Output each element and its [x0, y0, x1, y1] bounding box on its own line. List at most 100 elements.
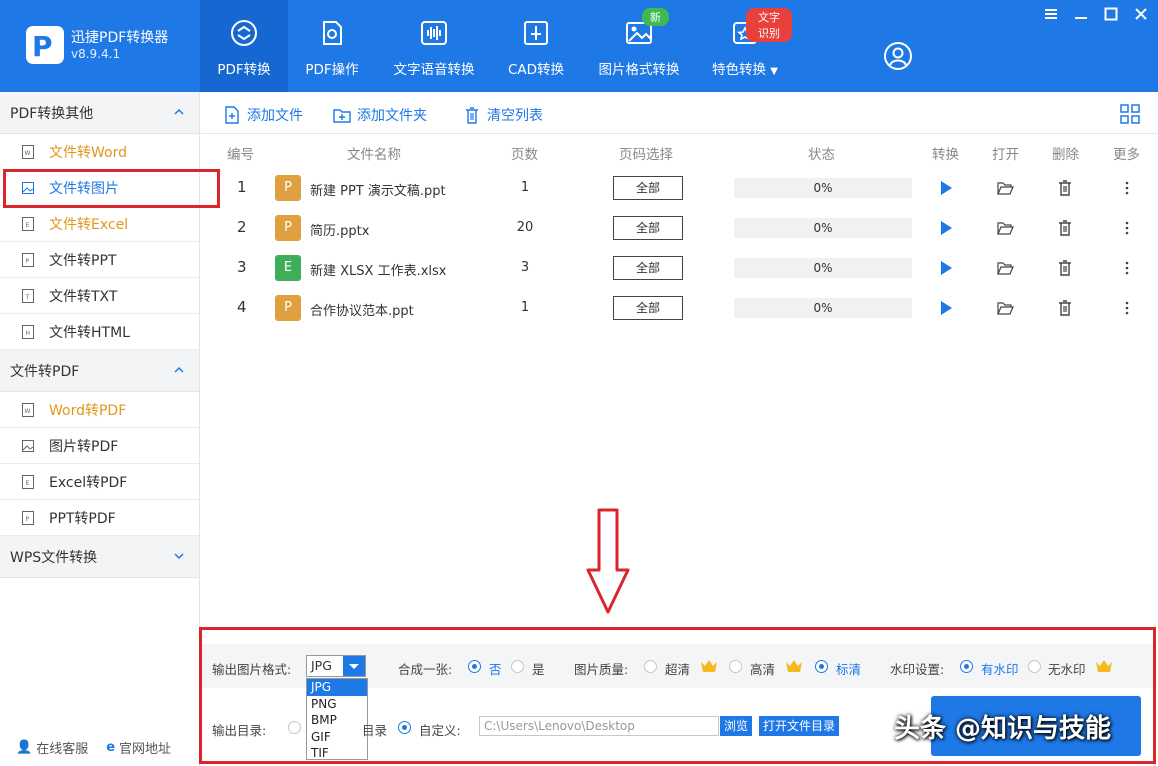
nav-label: CAD转换: [507, 62, 565, 78]
trash-icon[interactable]: [1056, 299, 1074, 317]
format-option[interactable]: BMP: [307, 712, 367, 729]
website-link[interactable]: e 官网地址: [106, 738, 171, 757]
more-icon[interactable]: [1118, 219, 1136, 237]
nav-pdf-convert[interactable]: PDF转换: [200, 0, 288, 92]
file-name: 新建 XLSX 工作表.xlsx: [310, 264, 447, 279]
nav-special[interactable]: 特色转换 ▼ 文字识别: [698, 0, 792, 92]
trash-icon[interactable]: [1056, 179, 1074, 197]
quality-standard-radio[interactable]: [815, 660, 828, 673]
nav-cad[interactable]: CAD转换: [492, 0, 580, 92]
online-service-link[interactable]: 👤 在线客服: [16, 738, 88, 757]
app-header: P 迅捷PDF转换器 v8.9.4.1 PDF转换 PDF操作 文字语音转换 C…: [0, 0, 1158, 92]
merge-yes-radio[interactable]: [511, 660, 524, 673]
play-icon[interactable]: [937, 179, 955, 197]
table-row[interactable]: 4 P 合作协议范本.ppt 1 全部 0%: [201, 288, 1158, 328]
excel-file-icon: E: [275, 255, 301, 281]
quality-high-radio[interactable]: [729, 660, 742, 673]
output-dir-custom-radio[interactable]: [398, 721, 411, 734]
more-icon[interactable]: [1118, 299, 1136, 317]
output-path-input[interactable]: C:\Users\Lenovo\Desktop: [479, 716, 719, 736]
sidebar-item-label: Word转PDF: [49, 402, 127, 419]
sidebar-item-image-to-pdf[interactable]: 图片转PDF: [0, 428, 199, 464]
clear-list-button[interactable]: 清空列表: [463, 105, 543, 125]
sidebar-item-to-excel[interactable]: E 文件转Excel: [0, 206, 199, 242]
ppt-file-icon: P: [275, 175, 301, 201]
progress-bar: 0%: [734, 178, 912, 198]
caret-down-icon: ▼: [770, 66, 778, 77]
maximize-icon[interactable]: [1103, 6, 1119, 22]
output-dir-source-radio[interactable]: [288, 721, 301, 734]
add-folder-button[interactable]: 添加文件夹: [333, 105, 427, 125]
close-icon[interactable]: [1133, 6, 1149, 22]
sidebar-item-label: PPT转PDF: [49, 510, 116, 527]
format-option[interactable]: PNG: [307, 696, 367, 713]
sidebar-item-to-txt[interactable]: T 文件转TXT: [0, 278, 199, 314]
quality-ultra-label: 超清: [665, 662, 691, 677]
svg-text:W: W: [25, 150, 31, 157]
page-count: 1: [520, 180, 530, 195]
excel-doc-icon: E: [22, 216, 34, 231]
format-option[interactable]: JPG: [307, 679, 367, 696]
more-icon[interactable]: [1118, 179, 1136, 197]
trash-icon[interactable]: [1056, 219, 1074, 237]
sidebar-item-to-html[interactable]: H 文件转HTML: [0, 314, 199, 350]
format-option[interactable]: GIF: [307, 729, 367, 746]
grid-view-icon[interactable]: [1120, 104, 1140, 124]
table-row[interactable]: 3 E 新建 XLSX 工作表.xlsx 3 全部 0%: [201, 248, 1158, 288]
browse-button[interactable]: 浏览: [720, 716, 753, 736]
format-select[interactable]: JPG: [306, 655, 366, 677]
sidebar-item-label: 文件转TXT: [49, 288, 118, 305]
table-row[interactable]: 1 P 新建 PPT 演示文稿.ppt 1 全部 0%: [201, 168, 1158, 208]
watermark-on-radio[interactable]: [960, 660, 973, 673]
sidebar-item-excel-to-pdf[interactable]: E Excel转PDF: [0, 464, 199, 500]
page-count: 3: [520, 260, 530, 275]
sidebar-item-label: 文件转Word: [49, 144, 127, 161]
page-select-button[interactable]: 全部: [613, 296, 683, 320]
sidebar-item-to-word[interactable]: W 文件转Word: [0, 134, 199, 170]
row-num: 1: [237, 178, 247, 196]
folder-open-icon[interactable]: [996, 299, 1014, 317]
chevron-up-icon: [174, 366, 184, 373]
add-file-button[interactable]: 添加文件: [223, 105, 303, 125]
col-page-select: 页码选择: [619, 147, 673, 163]
section-to-pdf[interactable]: 文件转PDF: [0, 350, 199, 392]
watermark-off-radio[interactable]: [1028, 660, 1041, 673]
table-row[interactable]: 2 P 简历.pptx 20 全部 0%: [201, 208, 1158, 248]
play-icon[interactable]: [937, 259, 955, 277]
more-icon[interactable]: [1118, 259, 1136, 277]
section-title: WPS文件转换: [10, 549, 98, 566]
dropdown-toggle[interactable]: [343, 656, 365, 676]
col-delete: 删除: [1052, 147, 1079, 163]
quality-ultra-radio[interactable]: [644, 660, 657, 673]
page-select-button[interactable]: 全部: [613, 176, 683, 200]
merge-no-radio[interactable]: [468, 660, 481, 673]
trash-icon[interactable]: [1056, 259, 1074, 277]
sidebar-item-word-to-pdf[interactable]: W Word转PDF: [0, 392, 199, 428]
format-option[interactable]: TIF: [307, 745, 367, 762]
menu-icon[interactable]: [1043, 6, 1059, 22]
nav-image-format[interactable]: 图片格式转换 新: [580, 0, 698, 92]
minimize-icon[interactable]: [1073, 6, 1089, 22]
page-select-button[interactable]: 全部: [613, 256, 683, 280]
top-nav: PDF转换 PDF操作 文字语音转换 CAD转换 图片格式转换 新 特色转换 ▼…: [200, 0, 792, 92]
caret-down-icon: [349, 664, 359, 669]
folder-open-icon[interactable]: [996, 179, 1014, 197]
sidebar-item-to-ppt[interactable]: P 文件转PPT: [0, 242, 199, 278]
file-name: 合作协议范本.ppt: [310, 304, 414, 319]
nav-text-audio[interactable]: 文字语音转换: [376, 0, 492, 92]
nav-pdf-operate[interactable]: PDF操作: [288, 0, 376, 92]
cad-icon: [524, 21, 548, 45]
sidebar-item-ppt-to-pdf[interactable]: P PPT转PDF: [0, 500, 199, 536]
merge-no-label: 否: [489, 662, 502, 677]
nav-label: 特色转换 ▼: [698, 58, 792, 78]
page-select-button[interactable]: 全部: [613, 216, 683, 240]
folder-open-icon[interactable]: [996, 219, 1014, 237]
sidebar-item-label: Excel转PDF: [49, 474, 128, 491]
section-pdf-other[interactable]: PDF转换其他: [0, 92, 199, 134]
play-icon[interactable]: [937, 219, 955, 237]
folder-open-icon[interactable]: [996, 259, 1014, 277]
open-dir-button[interactable]: 打开文件目录: [759, 716, 840, 736]
section-wps[interactable]: WPS文件转换: [0, 536, 199, 578]
play-icon[interactable]: [937, 299, 955, 317]
user-icon[interactable]: [883, 41, 913, 71]
